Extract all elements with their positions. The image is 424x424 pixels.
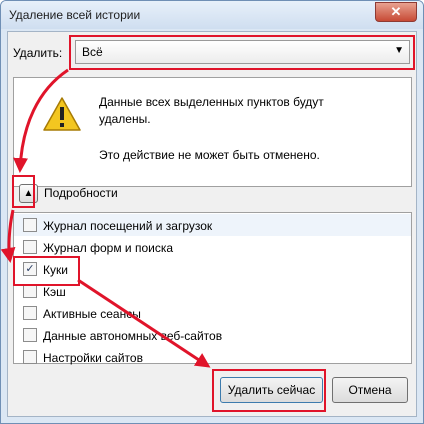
list-item-label: Журнал посещений и загрузок bbox=[43, 219, 213, 233]
close-button[interactable]: ✕ bbox=[375, 2, 417, 22]
warning-message: Данные всех выделенных пунктов будут уда… bbox=[99, 95, 324, 126]
list-item-label: Активные сеансы bbox=[43, 307, 141, 321]
highlight-range-select bbox=[69, 35, 415, 70]
list-item-label: Кэш bbox=[43, 285, 66, 299]
checkbox-site-settings[interactable] bbox=[23, 350, 37, 364]
highlight-cookies bbox=[13, 256, 80, 286]
warning-irreversible: Это действие не может быть отменено. bbox=[99, 148, 320, 162]
list-item[interactable]: Данные автономных веб-сайтов bbox=[14, 324, 411, 346]
window-title: Удаление всей истории bbox=[9, 8, 141, 22]
highlight-details-toggle bbox=[12, 175, 35, 208]
list-item-label: Журнал форм и поиска bbox=[43, 241, 174, 255]
checkbox-offline-data[interactable] bbox=[23, 328, 37, 342]
list-item[interactable]: Настройки сайтов bbox=[14, 346, 411, 368]
checkbox-form-history[interactable] bbox=[23, 240, 37, 254]
cancel-button[interactable]: Отмена bbox=[332, 377, 408, 403]
checkbox-browsing-history[interactable] bbox=[23, 218, 37, 232]
history-items-list: Журнал посещений и загрузок Журнал форм … bbox=[13, 212, 412, 365]
list-item[interactable]: Журнал посещений и загрузок bbox=[14, 214, 411, 236]
checkbox-active-logins[interactable] bbox=[23, 306, 37, 320]
list-item-label: Настройки сайтов bbox=[43, 351, 143, 365]
warning-panel: Данные всех выделенных пунктов будут уда… bbox=[13, 77, 412, 187]
highlight-clear-now bbox=[212, 369, 326, 412]
list-item[interactable]: Журнал форм и поиска bbox=[14, 236, 411, 258]
warning-icon bbox=[43, 97, 81, 131]
range-label: Удалить: bbox=[13, 46, 63, 60]
details-label: Подробности bbox=[44, 186, 118, 200]
list-item-label: Данные автономных веб-сайтов bbox=[43, 329, 223, 343]
list-item[interactable]: Активные сеансы bbox=[14, 302, 411, 324]
dialog-content: Удалить: Всё ▼ Данные всех выделенных пу… bbox=[7, 31, 417, 417]
close-icon: ✕ bbox=[390, 4, 402, 19]
title-bar[interactable]: Удаление всей истории ✕ bbox=[1, 1, 423, 29]
checkbox-cache[interactable] bbox=[23, 284, 37, 298]
